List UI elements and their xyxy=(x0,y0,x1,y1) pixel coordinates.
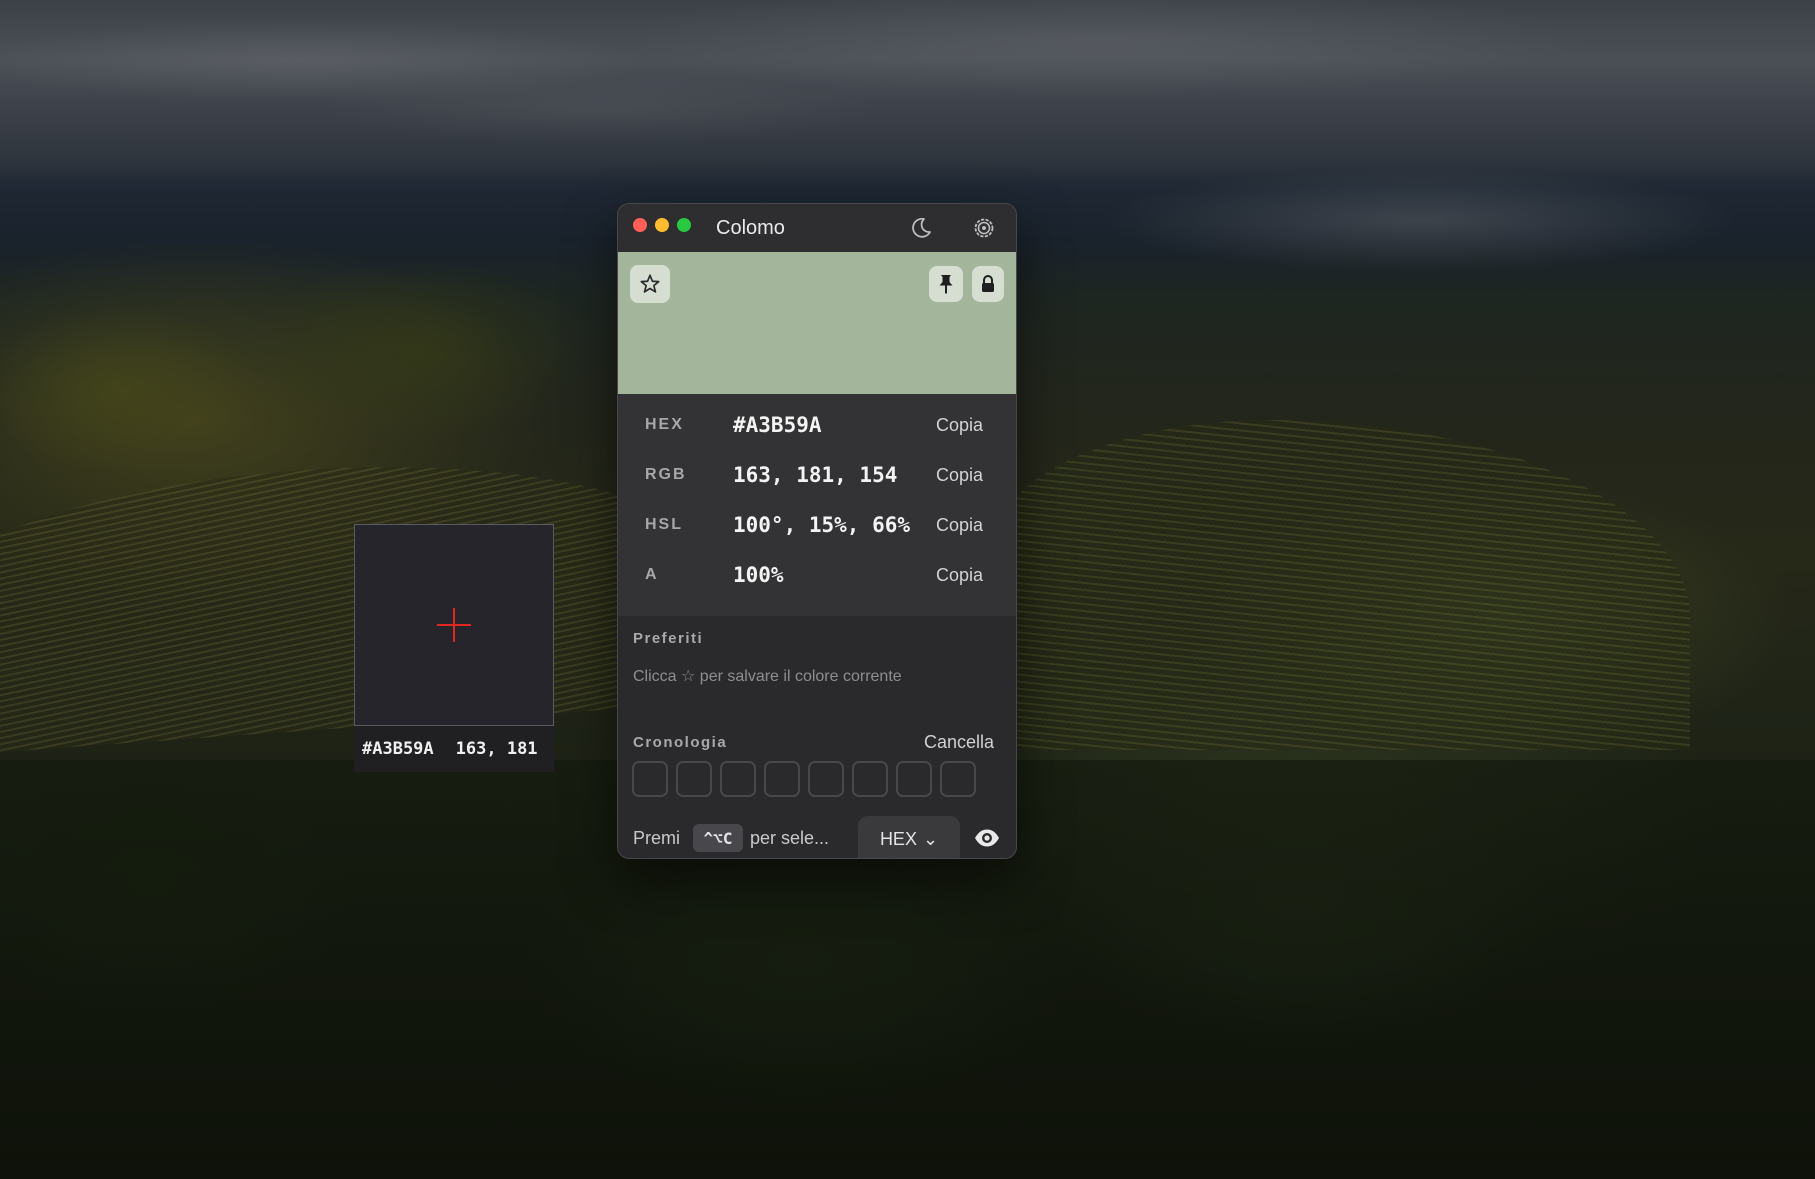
hex-value[interactable]: #A3B59A xyxy=(733,413,822,437)
history-slot[interactable] xyxy=(764,761,800,797)
loupe-rgb: 163, 181 xyxy=(455,739,538,759)
hex-row: HEX #A3B59A Copia xyxy=(618,400,1016,450)
zoom-window-button[interactable] xyxy=(677,218,691,232)
copy-hex-button[interactable]: Copia xyxy=(936,415,983,436)
format-select[interactable]: HEX ⌄ xyxy=(858,816,960,858)
chevron-down-icon: ⌄ xyxy=(922,828,939,849)
history-slots xyxy=(632,761,976,797)
hsl-label: HSL xyxy=(645,516,683,533)
history-slot[interactable] xyxy=(676,761,712,797)
history-slot[interactable] xyxy=(896,761,932,797)
moon-icon[interactable] xyxy=(908,215,934,241)
footer-bar: Premi ^⌥C per sele... HEX ⌄ xyxy=(618,814,1016,858)
color-values-panel: HEX #A3B59A Copia RGB 163, 181, 154 Copi… xyxy=(618,394,1016,616)
history-slot[interactable] xyxy=(808,761,844,797)
crosshair-vertical xyxy=(453,608,455,642)
history-slot[interactable] xyxy=(632,761,668,797)
alpha-row: A 100% Copia xyxy=(618,550,1016,600)
wallpaper-fog xyxy=(1000,150,1815,310)
history-slot[interactable] xyxy=(852,761,888,797)
hsl-row: HSL 100°, 15%, 66% Copia xyxy=(618,500,1016,550)
lock-color-button[interactable] xyxy=(972,266,1004,302)
eye-icon[interactable] xyxy=(973,826,1001,850)
lock-icon xyxy=(982,275,994,292)
hex-label: HEX xyxy=(645,416,684,433)
history-title: Cronologia xyxy=(633,734,728,751)
favorites-hint: Clicca ☆ per salvare il colore corrente xyxy=(633,668,902,685)
rgb-label: RGB xyxy=(645,466,687,483)
history-slot[interactable] xyxy=(720,761,756,797)
shortcut-key-badge: ^⌥C xyxy=(693,824,743,852)
wallpaper-vineyard-right xyxy=(990,420,1690,750)
colomo-window: Colomo HEX #A3B59A Copia RGB 163, 181, 1… xyxy=(617,203,1017,859)
hsl-value[interactable]: 100°, 15%, 66% xyxy=(733,513,910,537)
alpha-value[interactable]: 100% xyxy=(733,563,784,587)
clear-history-button[interactable]: Cancella xyxy=(924,732,994,753)
copy-hsl-button[interactable]: Copia xyxy=(936,515,983,536)
copy-rgb-button[interactable]: Copia xyxy=(936,465,983,486)
rgb-value[interactable]: 163, 181, 154 xyxy=(733,463,897,487)
magnifier-loupe xyxy=(354,524,554,726)
rgb-row: RGB 163, 181, 154 Copia xyxy=(618,450,1016,500)
current-color-swatch[interactable] xyxy=(618,252,1016,394)
loupe-hex: #A3B59A xyxy=(362,739,434,759)
app-title: Colomo xyxy=(716,217,785,239)
minimize-window-button[interactable] xyxy=(655,218,669,232)
loupe-readout: #A3B59A 163, 181 xyxy=(354,726,554,772)
copy-alpha-button[interactable]: Copia xyxy=(936,565,983,586)
favorites-title: Preferiti xyxy=(633,630,704,647)
shortcut-hint-prefix: Premi xyxy=(633,828,681,848)
star-icon xyxy=(640,274,660,293)
pin-window-button[interactable] xyxy=(929,266,963,302)
favorites-section: Preferiti Clicca ☆ per salvare il colore… xyxy=(618,616,1016,858)
history-slot[interactable] xyxy=(940,761,976,797)
title-bar[interactable]: Colomo xyxy=(618,204,1016,252)
favorite-star-button[interactable] xyxy=(630,265,670,303)
shortcut-hint-suffix: per sele... xyxy=(750,828,830,848)
alpha-label: A xyxy=(645,566,659,583)
pin-icon xyxy=(939,275,953,294)
format-select-value: HEX xyxy=(879,828,917,849)
gear-icon[interactable] xyxy=(971,215,997,241)
close-window-button[interactable] xyxy=(633,218,647,232)
